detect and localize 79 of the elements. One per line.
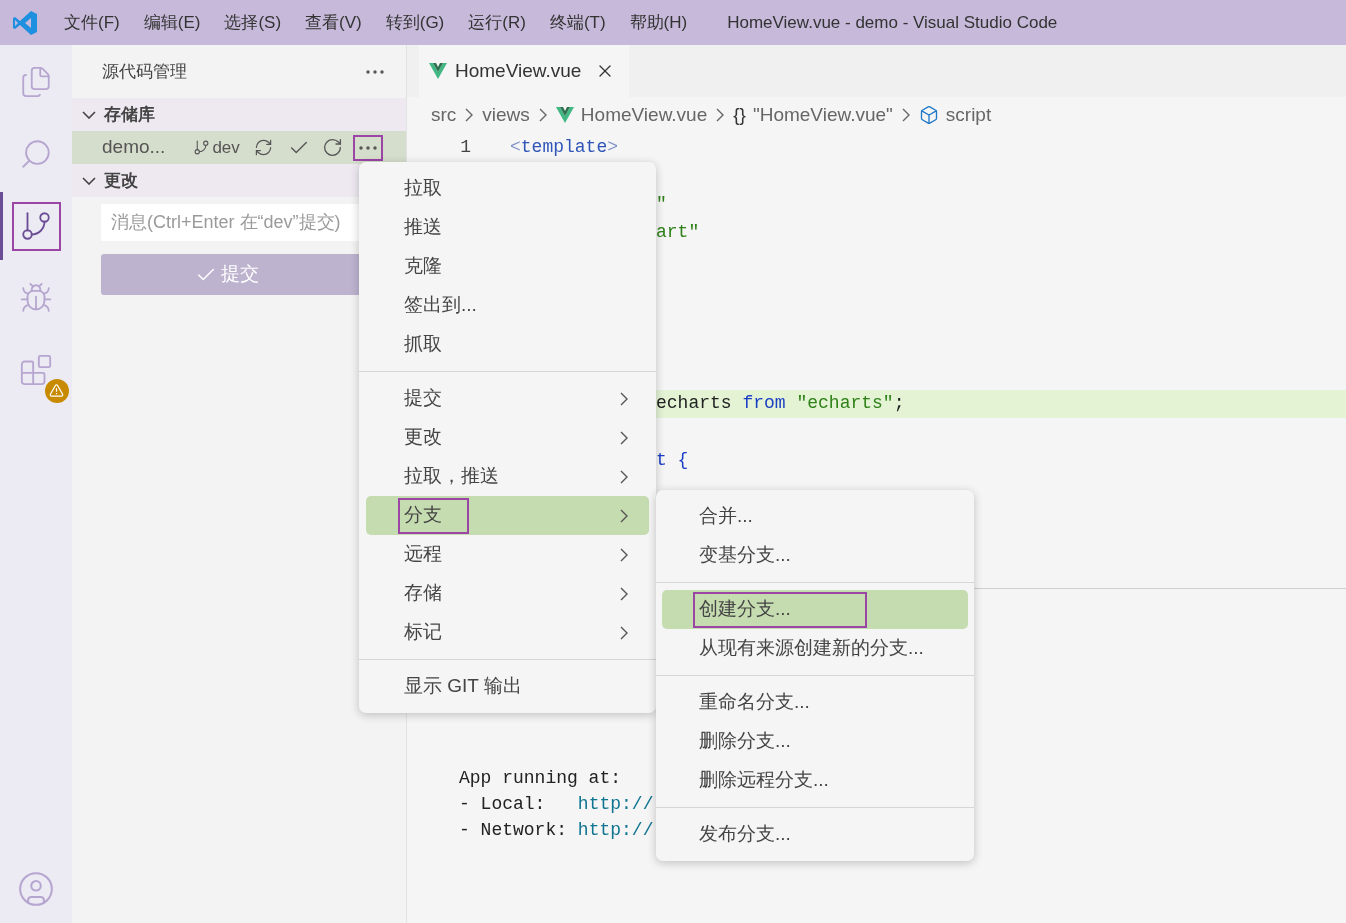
code-token: from — [742, 393, 786, 414]
code-token: ; — [893, 393, 905, 414]
breadcrumb-item[interactable]: {} "HomeView.vue" — [733, 100, 893, 130]
menu-item[interactable]: 创建分支... — [662, 590, 968, 629]
chevron-right-icon — [620, 625, 628, 640]
branch-name[interactable]: dev — [212, 134, 240, 161]
section-header[interactable]: 存储库 — [72, 98, 406, 131]
sync-icon[interactable] — [253, 138, 273, 157]
url-link[interactable]: http:// — [577, 820, 654, 840]
chevron-right-icon — [620, 430, 628, 445]
menu-item[interactable]: 合并... — [662, 497, 968, 536]
menu-item[interactable]: 删除远程分支... — [662, 761, 968, 800]
vue-icon — [555, 107, 574, 123]
window-title: HomeView.vue - demo - Visual Studio Code — [727, 11, 1058, 34]
code-token: < — [510, 136, 521, 157]
chevron-right-icon — [538, 108, 547, 122]
line-number: 1 — [459, 135, 471, 159]
code-token: "echarts" — [795, 393, 894, 414]
code-token: App running at: — [459, 768, 622, 788]
code-token: { — [676, 450, 689, 471]
code-token: art" — [656, 222, 700, 243]
chevron-right-icon — [901, 108, 910, 122]
code-token: - Local: — [459, 794, 547, 814]
menu-bar-item[interactable]: 查看(V) — [305, 9, 362, 36]
repository-name: demo... — [102, 135, 166, 160]
menu-item[interactable]: 变基分支... — [662, 536, 968, 575]
chevron-right-icon — [620, 391, 628, 406]
sidebar-title: 源代码管理 — [102, 60, 187, 83]
chevron-right-icon — [620, 547, 628, 562]
menu-item[interactable]: 存储 — [366, 574, 649, 613]
menu-bar-item[interactable]: 帮助(H) — [629, 9, 688, 36]
chevron-right-icon — [620, 586, 628, 601]
chevron-right-icon — [620, 469, 628, 484]
repository-row[interactable]: demo... dev — [72, 131, 406, 164]
menu-item[interactable]: 抓取 — [366, 325, 649, 364]
menu-item[interactable]: 标记 — [366, 613, 649, 652]
breadcrumb-item[interactable]: src — [431, 100, 457, 130]
menu-item[interactable]: 重命名分支... — [662, 683, 968, 722]
section-title: 更改 — [104, 169, 138, 192]
menu-bar-item[interactable]: 编辑(E) — [143, 9, 201, 36]
breadcrumb-item[interactable]: script — [918, 100, 992, 130]
code-token: t — [656, 450, 667, 471]
code-token: > — [607, 136, 619, 157]
app-logo-icon — [12, 9, 38, 36]
code-token: echarts — [656, 393, 733, 414]
menu-item[interactable]: 提交 — [366, 379, 649, 418]
section-title: 存储库 — [104, 103, 155, 126]
editor-tab[interactable]: HomeView.vue — [419, 45, 629, 97]
menu-item[interactable]: 显示 GIT 输出 — [366, 667, 649, 706]
branch-icon — [193, 139, 211, 156]
menu-item[interactable]: 分支 — [366, 496, 649, 535]
more-icon — [358, 145, 377, 150]
chevron-right-icon — [716, 108, 725, 122]
menu-item[interactable]: 从现有来源创建新的分支... — [662, 629, 968, 668]
branch-icon[interactable] — [19, 209, 53, 243]
active-indicator — [0, 192, 3, 260]
menu-item[interactable]: 拉取，推送 — [366, 457, 649, 496]
code-token: template — [520, 136, 608, 157]
menu-bar-item[interactable]: 运行(R) — [468, 9, 526, 36]
menu-bar-item[interactable]: 文件(F) — [64, 9, 120, 36]
menu-bar-item[interactable]: 终端(T) — [549, 9, 606, 36]
menu-item[interactable]: 发布分支... — [662, 815, 968, 854]
vue-icon — [429, 63, 447, 79]
cube-icon — [918, 105, 939, 125]
breadcrumb-item[interactable]: views — [482, 100, 530, 130]
code-token: - Network: — [459, 820, 569, 840]
more-icon[interactable] — [366, 69, 384, 74]
menu-item[interactable]: 远程 — [366, 535, 649, 574]
menu-item[interactable]: 删除分支... — [662, 722, 968, 761]
breadcrumb-item[interactable]: HomeView.vue — [555, 100, 708, 130]
menu-bar-item[interactable]: 转到(G) — [385, 9, 445, 36]
menu-bar-item[interactable]: 选择(S) — [224, 9, 282, 36]
more-actions-button[interactable] — [352, 134, 383, 161]
refresh-icon[interactable] — [321, 137, 343, 158]
url-link[interactable]: http:// — [577, 794, 654, 814]
menu-item[interactable]: 更改 — [366, 418, 649, 457]
code-token: " — [656, 193, 667, 214]
chevron-right-icon — [465, 108, 474, 122]
chevron-right-icon — [620, 508, 628, 523]
